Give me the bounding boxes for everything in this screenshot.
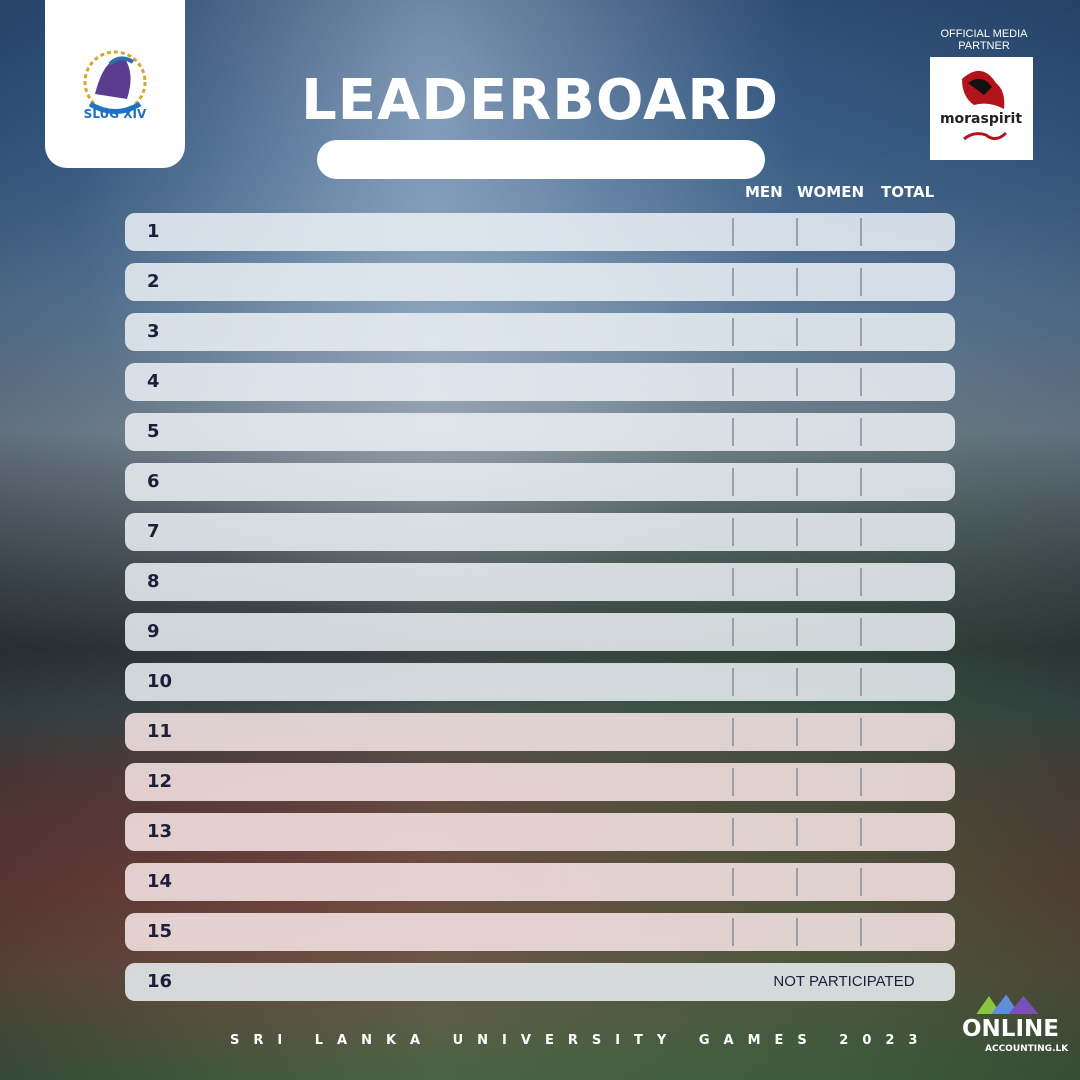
column-separator: [732, 718, 734, 746]
column-separator: [860, 368, 862, 396]
media-partner-label: OFFICIAL MEDIA PARTNER: [940, 28, 1028, 52]
leaderboard-row: 8: [125, 563, 955, 601]
column-separator: [860, 868, 862, 896]
leaderboard-row: 11: [125, 713, 955, 751]
media-partner-logo-card: moraspirit: [930, 57, 1033, 160]
column-separator: [796, 718, 798, 746]
rank-number: 7: [147, 521, 160, 542]
column-separator: [732, 418, 734, 446]
rank-number: 4: [147, 371, 160, 392]
row-note: NOT PARTICIPATED: [773, 973, 915, 990]
column-separator: [860, 618, 862, 646]
column-separator: [860, 768, 862, 796]
column-separator: [732, 268, 734, 296]
rank-number: 8: [147, 571, 160, 592]
column-separator: [860, 918, 862, 946]
column-separator: [796, 418, 798, 446]
column-separator: [860, 818, 862, 846]
column-separator: [860, 318, 862, 346]
column-separator: [796, 468, 798, 496]
leaderboard-row: 6: [125, 463, 955, 501]
rank-number: 11: [147, 721, 173, 742]
column-separator: [732, 318, 734, 346]
rank-number: 9: [147, 621, 160, 642]
page-title: LEADERBOARD: [301, 68, 779, 133]
column-separator: [732, 368, 734, 396]
column-separator: [732, 618, 734, 646]
leaderboard-row: 16 NOT PARTICIPATED: [125, 963, 955, 1001]
leaderboard-row: 5: [125, 413, 955, 451]
rank-number: 2: [147, 271, 160, 292]
column-separator: [732, 818, 734, 846]
column-separator: [860, 718, 862, 746]
column-header-total: TOTAL: [881, 183, 935, 201]
column-header-men: MEN: [745, 183, 783, 201]
column-separator: [796, 268, 798, 296]
rank-number: 13: [147, 821, 173, 842]
event-footer: SRI LANKA UNIVERSITY GAMES 2023: [230, 1033, 932, 1048]
column-header-women: WOMEN: [797, 183, 865, 201]
column-separator: [860, 268, 862, 296]
column-separator: [732, 518, 734, 546]
leaderboard-row: 15: [125, 913, 955, 951]
leaderboard-rows: 1 2 3 4 5 6 7 8 9 10 11 12 13 14 15 16 NOT PARTICIPATED: [125, 213, 955, 1013]
column-separator: [732, 768, 734, 796]
column-separator: [796, 518, 798, 546]
sponsor-name: ONLINE: [962, 1016, 1059, 1042]
leaderboard-row: 1: [125, 213, 955, 251]
slug-logo-icon: SLUG XIV: [83, 50, 147, 121]
leaderboard-row: 14: [125, 863, 955, 901]
column-separator: [860, 218, 862, 246]
leaderboard-row: 2: [125, 263, 955, 301]
leaderboard-row: 4: [125, 363, 955, 401]
rank-number: 10: [147, 671, 173, 692]
column-separator: [796, 318, 798, 346]
column-separator: [732, 218, 734, 246]
column-separator: [732, 868, 734, 896]
rank-number: 1: [147, 221, 160, 242]
event-logo-card: SLUG XIV: [45, 0, 185, 168]
column-separator: [796, 568, 798, 596]
column-separator: [796, 368, 798, 396]
rank-number: 16: [147, 971, 173, 992]
rank-number: 12: [147, 771, 173, 792]
rank-number: 3: [147, 321, 160, 342]
svg-text:moraspirit: moraspirit: [940, 111, 1022, 127]
rank-number: 14: [147, 871, 173, 892]
leaderboard-row: 3: [125, 313, 955, 351]
column-separator: [732, 668, 734, 696]
leaderboard-row: 7: [125, 513, 955, 551]
column-separator: [732, 568, 734, 596]
sponsor-domain: ACCOUNTING.LK: [985, 1044, 1069, 1054]
moraspirit-logo-icon: moraspirit: [940, 70, 1022, 141]
column-separator: [860, 568, 862, 596]
rank-number: 5: [147, 421, 160, 442]
column-separator: [860, 468, 862, 496]
leaderboard-row: 9: [125, 613, 955, 651]
leaderboard-row: 10: [125, 663, 955, 701]
subtitle-bar: [317, 140, 765, 179]
column-separator: [860, 668, 862, 696]
column-separator: [796, 668, 798, 696]
rank-number: 15: [147, 921, 173, 942]
column-separator: [796, 868, 798, 896]
column-separator: [860, 418, 862, 446]
rank-number: 6: [147, 471, 160, 492]
column-separator: [860, 518, 862, 546]
svg-text:SLUG XIV: SLUG XIV: [84, 107, 147, 121]
column-separator: [796, 618, 798, 646]
column-separator: [796, 918, 798, 946]
leaderboard-row: 12: [125, 763, 955, 801]
column-separator: [796, 218, 798, 246]
column-separator: [796, 818, 798, 846]
column-separator: [796, 768, 798, 796]
leaderboard-row: 13: [125, 813, 955, 851]
column-separator: [732, 918, 734, 946]
column-separator: [732, 468, 734, 496]
